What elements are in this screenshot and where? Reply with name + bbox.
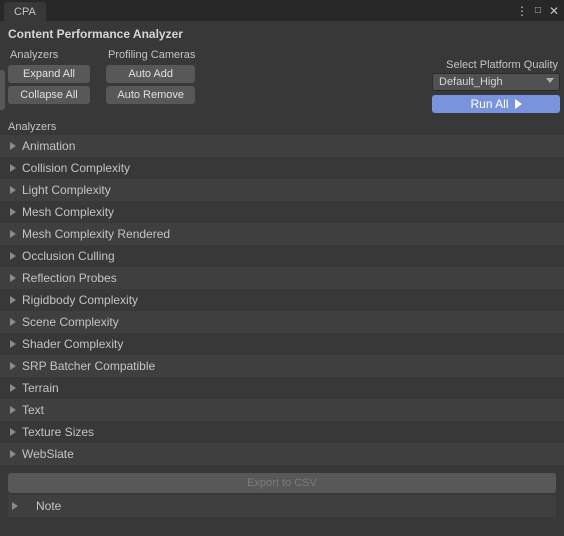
analyzer-row-label: Collision Complexity <box>22 161 130 175</box>
disclosure-triangle-icon <box>10 384 16 392</box>
analyzer-row-label: SRP Batcher Compatible <box>22 359 155 373</box>
analyzer-row[interactable]: Shader Complexity <box>0 333 564 355</box>
disclosure-triangle-icon <box>10 450 16 458</box>
disclosure-triangle-icon <box>10 230 16 238</box>
disclosure-triangle-icon <box>10 318 16 326</box>
maximize-icon[interactable]: □ <box>530 0 546 21</box>
note-row[interactable]: Note <box>8 495 556 517</box>
disclosure-triangle-icon <box>10 142 16 150</box>
analyzer-row-label: Mesh Complexity <box>22 205 114 219</box>
disclosure-triangle-icon <box>12 502 18 510</box>
disclosure-triangle-icon <box>10 274 16 282</box>
analyzer-row-label: Occlusion Culling <box>22 249 115 263</box>
window-titlebar: CPA ⋮ □ ✕ <box>0 0 564 21</box>
analyzer-row[interactable]: Light Complexity <box>0 179 564 201</box>
analyzer-row[interactable]: Collision Complexity <box>0 157 564 179</box>
analyzer-list: Animation Collision Complexity Light Compl… <box>0 135 564 465</box>
analyzer-row[interactable]: Terrain <box>0 377 564 399</box>
analyzer-row-label: WebSlate <box>22 447 74 461</box>
run-all-button[interactable]: Run All <box>432 95 560 113</box>
close-icon[interactable]: ✕ <box>546 0 562 21</box>
analyzer-row[interactable]: Mesh Complexity Rendered <box>0 223 564 245</box>
analyzer-row[interactable]: Texture Sizes <box>0 421 564 443</box>
page-title: Content Performance Analyzer <box>8 27 183 41</box>
analyzer-row-label: Reflection Probes <box>22 271 117 285</box>
quality-dropdown[interactable]: Default_High <box>432 73 560 91</box>
analyzer-row[interactable]: WebSlate <box>0 443 564 465</box>
analyzer-row-label: Rigidbody Complexity <box>22 293 138 307</box>
play-icon <box>515 99 522 109</box>
expand-all-button[interactable]: Expand All <box>8 65 90 83</box>
analyzer-row-label: Texture Sizes <box>22 425 94 439</box>
analyzer-row[interactable]: Rigidbody Complexity <box>0 289 564 311</box>
disclosure-triangle-icon <box>10 406 16 414</box>
analyzers-col-label: Analyzers <box>8 45 90 65</box>
quality-selected-value: Default_High <box>439 76 503 88</box>
collapse-all-button[interactable]: Collapse All <box>8 86 90 104</box>
select-quality-label: Select Platform Quality <box>446 59 560 73</box>
disclosure-triangle-icon <box>10 164 16 172</box>
kebab-menu-icon[interactable]: ⋮ <box>514 0 530 21</box>
analyzer-row[interactable]: Occlusion Culling <box>0 245 564 267</box>
analyzer-row[interactable]: SRP Batcher Compatible <box>0 355 564 377</box>
disclosure-triangle-icon <box>10 428 16 436</box>
note-label: Note <box>36 499 61 513</box>
analyzer-row-label: Light Complexity <box>22 183 111 197</box>
run-all-label: Run All <box>470 97 508 111</box>
quality-column: Select Platform Quality Default_High Run… <box>195 45 560 113</box>
left-edge-handle[interactable] <box>0 70 5 110</box>
disclosure-triangle-icon <box>10 296 16 304</box>
auto-add-button[interactable]: Auto Add <box>106 65 195 83</box>
analyzers-section-label: Analyzers <box>0 113 564 135</box>
export-csv-button[interactable]: Export to CSV <box>8 473 556 493</box>
disclosure-triangle-icon <box>10 208 16 216</box>
analyzer-row[interactable]: Animation <box>0 135 564 157</box>
analyzer-row-label: Terrain <box>22 381 59 395</box>
disclosure-triangle-icon <box>10 186 16 194</box>
cameras-col-label: Profiling Cameras <box>106 45 195 65</box>
analyzer-row[interactable]: Scene Complexity <box>0 311 564 333</box>
analyzer-row[interactable]: Text <box>0 399 564 421</box>
cameras-column: Profiling Cameras Auto Add Auto Remove <box>106 45 195 107</box>
analyzers-column: Analyzers Expand All Collapse All <box>8 45 90 107</box>
analyzer-row-label: Text <box>22 403 44 417</box>
analyzer-row-label: Mesh Complexity Rendered <box>22 227 170 241</box>
analyzer-row-label: Scene Complexity <box>22 315 119 329</box>
analyzer-row-label: Animation <box>22 139 75 153</box>
chevron-down-icon <box>546 78 554 83</box>
tab-label: CPA <box>14 6 36 18</box>
analyzer-row[interactable]: Mesh Complexity <box>0 201 564 223</box>
window-tab[interactable]: CPA <box>4 2 46 21</box>
disclosure-triangle-icon <box>10 252 16 260</box>
auto-remove-button[interactable]: Auto Remove <box>106 86 195 104</box>
analyzer-row-label: Shader Complexity <box>22 337 123 351</box>
disclosure-triangle-icon <box>10 340 16 348</box>
disclosure-triangle-icon <box>10 362 16 370</box>
analyzer-row[interactable]: Reflection Probes <box>0 267 564 289</box>
